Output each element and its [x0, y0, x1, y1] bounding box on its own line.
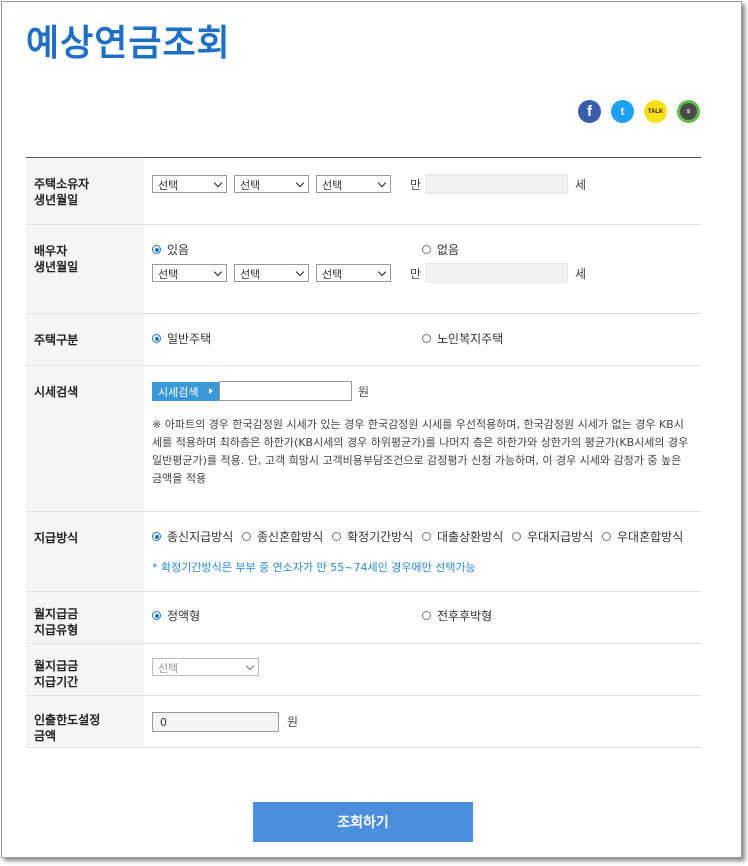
price-search-button-label: 시세검색	[158, 386, 199, 399]
share-bar: f t TALK S	[578, 100, 700, 123]
price-note: ※ 아파트의 경우 한국감정원 시세가 있는 경우 한국감정원 시세를 우선적용…	[152, 418, 689, 485]
row-spouse-birth: 배우자 생년월일 있음 없음 선택 선택 선택 만 세	[26, 225, 701, 314]
spouse-month-select[interactable]: 선택	[234, 264, 309, 282]
payment-option-preferred-mixed[interactable]: 우대혼합방식	[602, 528, 683, 545]
house-senior-radio[interactable]: 노인복지주택	[422, 330, 503, 347]
radio-selected-icon	[152, 532, 161, 541]
radio-icon	[422, 245, 431, 254]
spouse-age-suffix: 세	[575, 267, 587, 281]
spouse-day-value: 선택	[322, 268, 343, 281]
owner-age-field	[426, 174, 568, 194]
house-general-label: 일반주택	[167, 332, 212, 346]
spouse-age-prefix: 만	[410, 267, 422, 281]
monthly-fixed-label: 정액형	[167, 609, 201, 623]
owner-age-prefix: 만	[410, 178, 422, 192]
spouse-year-select[interactable]: 선택	[152, 264, 227, 282]
withdraw-limit-input[interactable]: 0	[152, 712, 279, 732]
payment-option-label: 종신지급방식	[167, 530, 234, 544]
owner-day-select[interactable]: 선택	[316, 175, 391, 193]
radio-selected-icon	[152, 611, 161, 620]
monthly-front-loaded-label: 전후후박형	[437, 609, 493, 623]
page-title: 예상연금조회	[26, 23, 231, 64]
monthly-period-select[interactable]: 선택	[152, 658, 259, 676]
payment-option-lifetime[interactable]: 종신지급방식	[152, 528, 233, 545]
owner-age-suffix: 세	[575, 178, 587, 192]
row-house-type: 주택구분 일반주택 노인복지주택	[26, 314, 701, 366]
owner-month-select[interactable]: 선택	[234, 175, 309, 193]
radio-icon	[422, 611, 431, 620]
withdraw-unit: 원	[287, 715, 299, 729]
spouse-month-value: 선택	[240, 268, 261, 281]
spouse-yes-radio[interactable]: 있음	[152, 241, 189, 258]
price-unit: 원	[358, 385, 370, 399]
radio-icon	[602, 532, 611, 541]
owner-year-value: 선택	[158, 179, 179, 192]
monthly-period-label: 월지급금 지급기간	[26, 644, 144, 695]
radio-icon	[422, 532, 431, 541]
monthly-fixed-radio[interactable]: 정액형	[152, 607, 200, 624]
spouse-yes-label: 있음	[167, 243, 190, 257]
row-owner-birth: 주택소유자 생년월일 선택 선택 선택 만 세	[26, 158, 701, 225]
spouse-no-radio[interactable]: 없음	[422, 241, 459, 258]
price-input[interactable]	[219, 381, 352, 401]
payment-option-label: 대출상환방식	[437, 530, 504, 544]
spouse-day-select[interactable]: 선택	[316, 264, 391, 282]
payment-option-preferred[interactable]: 우대지급방식	[512, 528, 593, 545]
house-general-radio[interactable]: 일반주택	[152, 330, 211, 347]
radio-icon	[242, 532, 251, 541]
row-monthly-type: 월지급금 지급유형 정액형 전후후박형	[26, 592, 701, 644]
withdraw-limit-label: 인출한도설정 금액	[26, 696, 144, 747]
kakaostory-icon[interactable]: S	[677, 100, 700, 123]
radio-icon	[422, 334, 431, 343]
price-search-label: 시세검색	[26, 366, 144, 511]
radio-selected-icon	[152, 245, 161, 254]
payment-method-label: 지급방식	[26, 512, 144, 591]
kakaotalk-icon[interactable]: TALK	[644, 100, 667, 123]
radio-icon	[512, 532, 521, 541]
owner-year-select[interactable]: 선택	[152, 175, 227, 193]
owner-birth-label: 주택소유자 생년월일	[26, 158, 144, 224]
monthly-front-loaded-radio[interactable]: 전후후박형	[422, 607, 492, 624]
payment-option-loan-repay[interactable]: 대출상환방식	[422, 528, 503, 545]
spouse-age-field	[426, 263, 568, 283]
facebook-icon[interactable]: f	[578, 100, 601, 123]
row-payment-method: 지급방식 종신지급방식 종신혼합방식 확정기간방식 대출상환방식 우대지급방식 …	[26, 512, 701, 592]
price-search-button[interactable]: 시세검색	[152, 382, 219, 401]
spouse-year-value: 선택	[158, 268, 179, 281]
spouse-no-label: 없음	[437, 243, 460, 257]
row-price-search: 시세검색 시세검색 원 ※ 아파트의 경우 한국감정원 시세가 있는 경우 한국…	[26, 366, 701, 512]
house-senior-label: 노인복지주택	[437, 332, 504, 346]
monthly-period-value: 선택	[158, 662, 179, 675]
owner-month-value: 선택	[240, 179, 261, 192]
arrow-right-icon	[209, 388, 213, 394]
row-withdraw-limit: 인출한도설정 금액 0 원	[26, 696, 701, 748]
radio-selected-icon	[152, 334, 161, 343]
page-frame: 예상연금조회 f t TALK S 주택소유자 생년월일 선택 선택 선택 만 …	[1, 1, 742, 858]
payment-option-lifetime-mixed[interactable]: 종신혼합방식	[242, 528, 323, 545]
payment-option-label: 확정기간방식	[347, 530, 414, 544]
payment-option-fixed-term[interactable]: 확정기간방식	[332, 528, 413, 545]
payment-option-label: 우대지급방식	[527, 530, 594, 544]
owner-day-value: 선택	[322, 179, 343, 192]
row-monthly-period: 월지급금 지급기간 선택	[26, 644, 701, 696]
payment-option-label: 우대혼합방식	[617, 530, 684, 544]
house-type-label: 주택구분	[26, 314, 144, 365]
payment-option-label: 종신혼합방식	[257, 530, 324, 544]
pension-form: 주택소유자 생년월일 선택 선택 선택 만 세 배우자 생년월일 있음 없음 선…	[26, 157, 701, 748]
spouse-birth-label: 배우자 생년월일	[26, 225, 144, 313]
twitter-icon[interactable]: t	[611, 100, 634, 123]
monthly-type-label: 월지급금 지급유형	[26, 592, 144, 643]
payment-note: * 확정기간방식은 부부 중 연소자가 만 55~74세인 경우에만 선택가능	[152, 561, 476, 574]
radio-icon	[332, 532, 341, 541]
submit-button[interactable]: 조회하기	[253, 802, 473, 842]
